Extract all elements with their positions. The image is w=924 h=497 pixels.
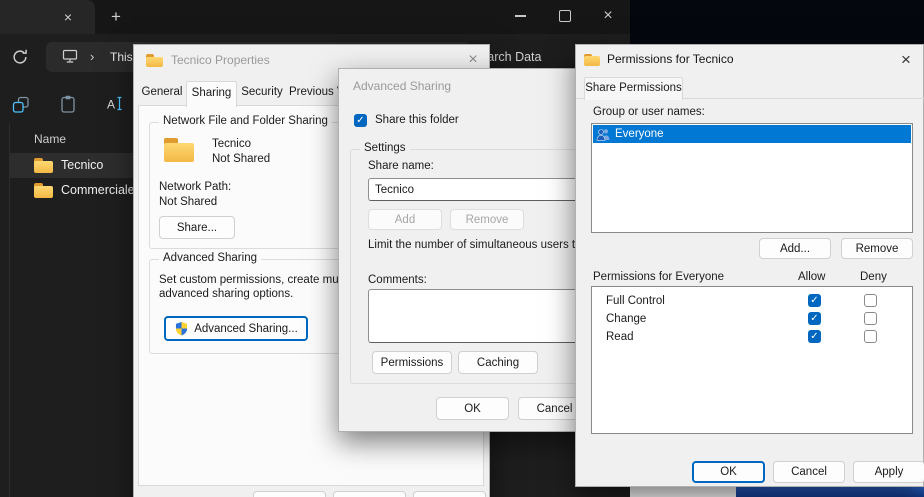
settings-group: Settings Share name: Tecnico Add Remove … (350, 149, 600, 384)
background-window-strip (630, 486, 737, 497)
name-column-header[interactable]: Name (34, 132, 66, 146)
add-button[interactable]: Add... (759, 238, 831, 259)
permission-name: Change (606, 313, 646, 325)
tab-security[interactable]: Security (237, 86, 287, 105)
deny-header: Deny (860, 271, 887, 283)
allow-header: Allow (798, 271, 825, 283)
paste-icon (58, 94, 78, 115)
rename-icon: A (104, 94, 125, 114)
share-item-status: Not Shared (212, 153, 270, 165)
group-listbox[interactable]: Everyone (591, 123, 913, 233)
minimize-icon (515, 15, 526, 17)
cancel-button[interactable]: Cancel (773, 461, 845, 483)
network-path-value: Not Shared (159, 196, 217, 208)
copy-button[interactable] (10, 93, 32, 117)
minimize-button[interactable] (505, 3, 535, 29)
comments-label: Comments: (368, 274, 427, 286)
permission-name: Full Control (606, 295, 665, 307)
list-item[interactable]: Everyone (593, 125, 911, 143)
svg-text:A: A (107, 98, 115, 112)
copy-icon (11, 95, 31, 115)
remove-share-button[interactable]: Remove (450, 209, 524, 230)
advanced-description-line2: advanced sharing options. (159, 288, 293, 300)
advanced-sharing-dialog: Advanced Sharing Share this folder Setti… (338, 68, 610, 432)
add-share-button[interactable]: Add (368, 209, 442, 230)
close-icon: × (603, 7, 612, 25)
properties-apply-button[interactable] (413, 491, 486, 497)
this-pc-icon (62, 49, 78, 64)
uac-shield-icon (174, 321, 189, 336)
permissions-for-label: Permissions for Everyone (593, 271, 724, 283)
permission-name: Read (606, 331, 634, 343)
folder-icon (34, 183, 53, 198)
change-allow-checkbox[interactable] (808, 312, 821, 325)
close-icon[interactable]: × (894, 48, 918, 72)
tab-close-icon[interactable]: × (58, 7, 78, 27)
list-item-label: Commerciale (61, 183, 135, 197)
permissions-dialog: Permissions for Tecnico × Share Permissi… (575, 44, 924, 487)
dialog-title: Advanced Sharing (353, 79, 451, 93)
ok-button[interactable]: OK (692, 461, 765, 483)
list-item-label: Everyone (615, 128, 664, 140)
read-allow-checkbox[interactable] (808, 330, 821, 343)
tab-share-permissions[interactable]: Share Permissions (584, 77, 683, 100)
share-this-folder-label: Share this folder (375, 114, 459, 126)
comments-textarea[interactable] (368, 289, 590, 343)
share-name-label: Share name: (368, 160, 434, 172)
folder-icon (146, 54, 163, 67)
explorer-active-tab[interactable] (0, 0, 95, 34)
refresh-button[interactable] (11, 48, 29, 66)
close-button[interactable]: × (593, 3, 623, 29)
share-name-input[interactable]: Tecnico (368, 178, 590, 201)
paste-button[interactable] (57, 92, 79, 116)
full-control-deny-checkbox[interactable] (864, 294, 877, 307)
properties-cancel-button[interactable] (333, 491, 406, 497)
maximize-button[interactable] (550, 3, 580, 29)
read-deny-checkbox[interactable] (864, 330, 877, 343)
apply-button[interactable]: Apply (853, 461, 924, 483)
chevron-right-icon: › (90, 49, 94, 64)
share-name-value: Tecnico (375, 184, 414, 196)
users-icon (596, 128, 611, 141)
group-title: Settings (360, 142, 410, 154)
folder-icon (164, 138, 194, 162)
advanced-sharing-button[interactable]: Advanced Sharing... (164, 316, 308, 341)
dialog-title: Permissions for Tecnico (607, 52, 734, 66)
group-title: Network File and Folder Sharing (159, 115, 332, 127)
advanced-sharing-button-label: Advanced Sharing... (194, 323, 298, 335)
rename-button[interactable]: A (103, 92, 125, 116)
dialog-title: Tecnico Properties (171, 53, 270, 67)
folder-icon (584, 54, 600, 66)
group-title: Advanced Sharing (159, 252, 261, 264)
maximize-icon (559, 10, 571, 22)
network-path-label: Network Path: (159, 181, 231, 193)
group-or-user-names-label: Group or user names: (593, 106, 705, 118)
share-item-name: Tecnico (212, 138, 251, 150)
refresh-icon (11, 48, 29, 66)
advanced-ok-button[interactable]: OK (436, 397, 509, 420)
screen: × + × › This PC Search Data (0, 0, 924, 497)
full-control-allow-checkbox[interactable] (808, 294, 821, 307)
properties-ok-button[interactable] (253, 491, 326, 497)
caching-button[interactable]: Caching (458, 351, 538, 374)
tab-general[interactable]: General (138, 86, 186, 105)
close-glyph: × (901, 50, 911, 70)
permissions-listbox[interactable]: Full Control Change Read (591, 286, 913, 434)
remove-button[interactable]: Remove (841, 238, 913, 259)
share-button[interactable]: Share... (159, 216, 235, 239)
list-item-label: Tecnico (61, 158, 103, 172)
share-permissions-button[interactable]: Permissions (372, 351, 452, 374)
limit-users-label: Limit the number of simultaneous users t… (368, 239, 585, 251)
folder-icon (34, 158, 53, 173)
close-glyph: × (468, 51, 477, 69)
change-deny-checkbox[interactable] (864, 312, 877, 325)
share-this-folder-checkbox[interactable] (354, 114, 367, 127)
tab-sharing[interactable]: Sharing (186, 81, 237, 107)
new-tab-button[interactable]: + (106, 6, 126, 28)
